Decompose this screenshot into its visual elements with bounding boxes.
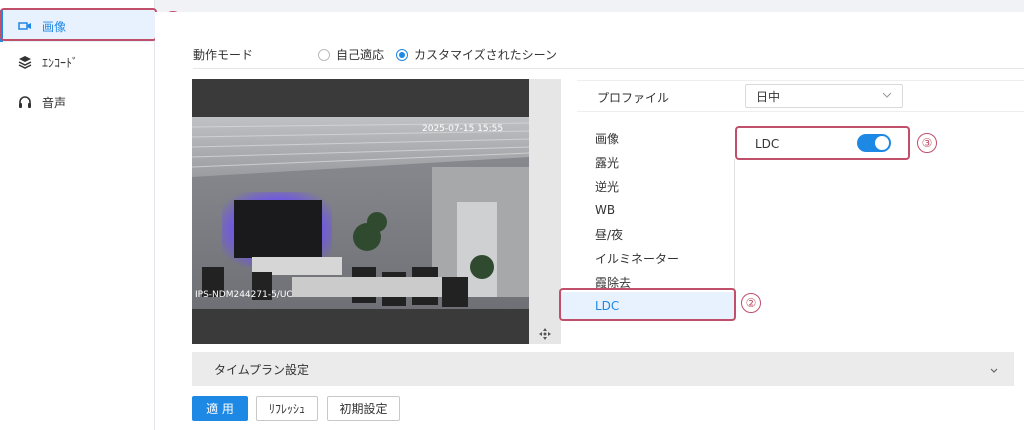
headphones-icon: [18, 95, 32, 109]
time-plan-label: タイムプラン設定: [214, 362, 310, 377]
top-strip: [155, 0, 1024, 12]
menu-item-illuminator[interactable]: イルミネーター: [560, 246, 734, 270]
menu-item-image[interactable]: 画像: [560, 126, 734, 150]
time-plan-bar[interactable]: タイムプラン設定: [192, 352, 1014, 386]
refresh-button[interactable]: ﾘﾌﾚｯｼｭ: [256, 396, 318, 421]
chevron-down-icon: [990, 364, 998, 378]
camera-icon: [18, 19, 32, 33]
menu-item-exposure[interactable]: 露光: [560, 150, 734, 174]
settings-menu: 画像 露光 逆光 WB 昼/夜 イルミネーター 霞除去 LDC: [560, 124, 734, 324]
sidebar-item-label: ｴﾝｺｰﾄﾞ: [42, 55, 79, 70]
profile-select-value: 日中: [756, 89, 781, 104]
chevron-down-icon: [882, 89, 892, 103]
menu-item-backlight[interactable]: 逆光: [560, 174, 734, 198]
menu-item-ldc[interactable]: LDC: [560, 292, 734, 320]
menu-item-wb[interactable]: WB: [560, 198, 734, 222]
sidebar-item-audio[interactable]: 音声: [0, 86, 155, 118]
menu-divider: [734, 159, 735, 319]
profile-label: プロファイル: [597, 91, 670, 105]
camera-scene-image: 2025-07-15 15:55 IPS-NDM244271-5/UC: [192, 117, 529, 309]
default-button[interactable]: 初期設定: [327, 396, 400, 421]
mode-label: 動作モード: [193, 48, 254, 62]
annotation-number-2: ②: [741, 293, 761, 313]
radio-auto-label: 自己適応: [336, 48, 385, 62]
ldc-toggle[interactable]: [857, 134, 891, 152]
divider: [193, 68, 1024, 69]
annotation-number-3: ③: [917, 133, 937, 153]
menu-item-day-night[interactable]: 昼/夜: [560, 222, 734, 246]
apply-button[interactable]: 適 用: [192, 396, 248, 421]
channel-name-overlay: IPS-NDM244271-5/UC: [195, 290, 293, 300]
sidebar-item-label: 音声: [42, 95, 67, 110]
menu-item-defog[interactable]: 霞除去: [560, 270, 734, 294]
ldc-label: LDC: [755, 137, 780, 151]
sidebar-item-image[interactable]: 画像: [0, 10, 155, 42]
video-preview: 2025-07-15 15:55 IPS-NDM244271-5/UC: [192, 79, 529, 344]
timestamp-overlay: 2025-07-15 15:55: [422, 124, 503, 134]
sidebar: 画像 ｴﾝｺｰﾄﾞ 音声: [0, 0, 155, 430]
move-icon[interactable]: [538, 327, 552, 341]
radio-auto[interactable]: [318, 48, 330, 61]
layers-icon: [18, 55, 32, 69]
sidebar-item-encode[interactable]: ｴﾝｺｰﾄﾞ: [0, 46, 155, 78]
radio-custom-label: カスタマイズされたシーン: [414, 48, 558, 62]
preview-side-bar: [529, 79, 561, 344]
sidebar-item-label: 画像: [42, 19, 67, 34]
radio-custom[interactable]: [396, 48, 409, 61]
mode-row: 動作モード 自己適応 カスタマイズされたシーン: [193, 46, 557, 63]
profile-select[interactable]: 日中: [745, 84, 903, 108]
